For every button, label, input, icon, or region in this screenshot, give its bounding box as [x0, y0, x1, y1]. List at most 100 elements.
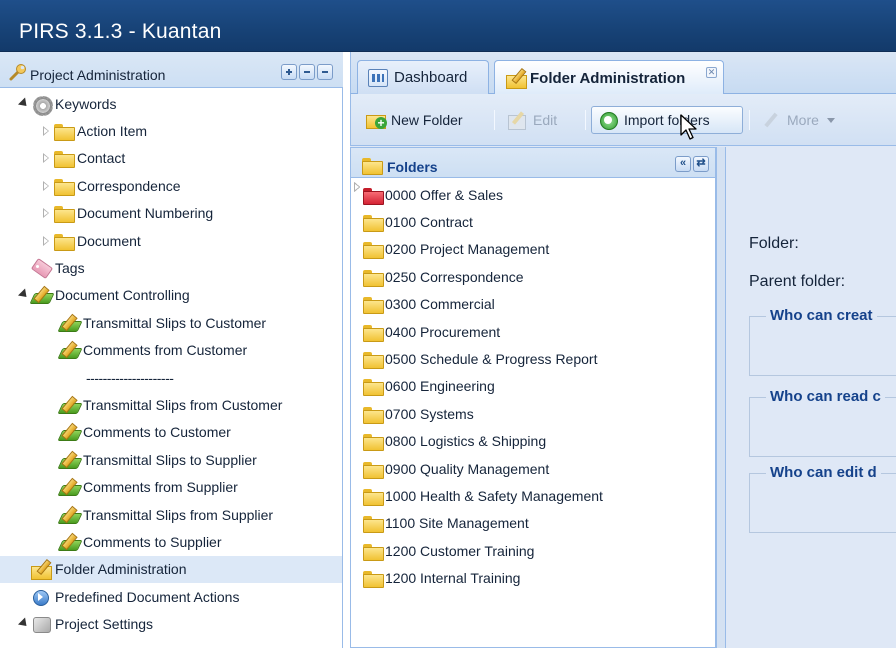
tree-item[interactable]: Transmittal Slips from Customer [0, 391, 342, 418]
folder-admin-icon [30, 559, 52, 581]
expanded-arrow-icon[interactable] [18, 618, 30, 630]
panel-splitter[interactable] [716, 147, 725, 648]
create-permissions-legend: Who can creat [766, 307, 877, 324]
folder-item[interactable]: 1000 Health & Safety Management [351, 482, 715, 509]
folder-icon [52, 176, 75, 196]
play-circle-icon [30, 587, 52, 607]
folder-item-label: 0700 Systems [385, 405, 474, 422]
tree-item-label: Predefined Document Actions [55, 588, 240, 605]
tree-item-label: Transmittal Slips from Supplier [83, 506, 274, 523]
folder-icon [52, 121, 75, 142]
folder-item[interactable]: 0100 Contract [351, 208, 715, 235]
folder-item[interactable]: 0900 Quality Management [351, 455, 715, 482]
collapsed-arrow-icon[interactable] [40, 235, 52, 247]
tree-item[interactable]: Contact [0, 145, 342, 172]
edit-permissions-legend: Who can edit d [766, 464, 881, 481]
folder-item[interactable]: 0500 Schedule & Progress Report [351, 345, 715, 372]
tree-item[interactable]: Document Controlling [0, 282, 342, 309]
pencil-doc-icon [30, 285, 52, 305]
tree-item-label: Project Settings [55, 616, 154, 633]
collapse-left-button[interactable]: « [675, 156, 691, 172]
tree-item[interactable]: Comments from Supplier [0, 473, 342, 500]
wrench-icon [761, 111, 781, 129]
folder-item[interactable]: 0000 Offer & Sales [351, 181, 715, 208]
tree-item-label: --------------------- [86, 369, 174, 386]
folder-item[interactable]: 0300 Commercial [351, 291, 715, 318]
collapsed-arrow-icon[interactable] [40, 180, 52, 192]
folder-item-label: 0400 Procurement [385, 323, 501, 340]
folder-label: Folder: [749, 235, 799, 252]
import-folders-button[interactable]: Import folders [591, 106, 743, 134]
folder-item[interactable]: 0800 Logistics & Shipping [351, 428, 715, 455]
folder-icon [361, 267, 384, 287]
project-admin-title: Project Administration [30, 67, 166, 83]
content-area: Dashboard Folder Administration ✕ New Fo… [350, 52, 896, 648]
admin-tree: Keywords Action Item Contact Correspondence… [0, 90, 342, 638]
collapse-button[interactable] [299, 64, 315, 80]
tree-item-label: Action Item [77, 123, 148, 140]
folders-panel: Folders « ⇄ 0000 Offer & Sales 0100 Contr… [350, 147, 716, 648]
collapsed-arrow-icon[interactable] [40, 207, 52, 219]
folder-item[interactable]: 0400 Procurement [351, 318, 715, 345]
tree-item[interactable]: Transmittal Slips to Supplier [0, 446, 342, 473]
expanded-arrow-icon[interactable] [18, 98, 30, 110]
close-tab-icon[interactable]: ✕ [706, 67, 717, 78]
tree-item[interactable]: Correspondence [0, 172, 342, 199]
tree-item[interactable]: Project Settings [0, 610, 342, 637]
tree-item[interactable]: Action Item [0, 117, 342, 144]
tree-item[interactable]: Tags [0, 254, 342, 281]
project-admin-header: Project Administration [0, 52, 343, 88]
folder-icon [361, 349, 384, 370]
tree-item[interactable]: --------------------- [0, 364, 342, 391]
folder-item-label: 0900 Quality Management [385, 460, 550, 477]
tree-item[interactable]: Document [0, 227, 342, 254]
expand-all-button[interactable] [281, 64, 297, 80]
folder-icon [361, 322, 384, 342]
toolbar: New Folder Edit Import folders More [350, 94, 896, 146]
more-button[interactable]: More [755, 106, 841, 134]
folder-item[interactable]: 0250 Correspondence [351, 263, 715, 290]
folder-item[interactable]: 0600 Engineering [351, 373, 715, 400]
folder-item[interactable]: 1200 Internal Training [351, 564, 715, 591]
folder-item-label: 0500 Schedule & Progress Report [385, 351, 598, 368]
tree-item-label: Keywords [55, 95, 117, 112]
tab-folder-administration[interactable]: Folder Administration ✕ [494, 60, 724, 95]
tree-item[interactable]: Comments to Supplier [0, 528, 342, 555]
collapsed-arrow-icon[interactable] [40, 125, 52, 137]
folder-icon [52, 203, 75, 224]
tree-item[interactable]: Folder Administration [0, 555, 342, 584]
tree-item[interactable]: Document Numbering [0, 200, 342, 227]
tree-item-label: Comments to Customer [83, 424, 231, 441]
tree-item-label: Transmittal Slips from Customer [83, 396, 283, 413]
tree-item-label: Tags [55, 260, 85, 277]
collapsed-arrow-icon[interactable] [40, 152, 52, 164]
folder-item[interactable]: 0700 Systems [351, 400, 715, 427]
edit-button[interactable]: Edit [501, 106, 563, 134]
folder-item[interactable]: 1100 Site Management [351, 510, 715, 537]
tree-item-label: Transmittal Slips to Customer [83, 314, 267, 331]
tree-item[interactable]: Comments to Customer [0, 419, 342, 446]
project-admin-panel: Project Administration Keywords Action It… [0, 52, 343, 648]
expanded-arrow-icon[interactable] [18, 289, 30, 301]
tree-item[interactable]: Transmittal Slips to Customer [0, 309, 342, 336]
folder-item-label: 0800 Logistics & Shipping [385, 433, 547, 450]
refresh-button[interactable]: ⇄ [693, 156, 709, 172]
tab-folder-administration-label: Folder Administration [530, 69, 686, 87]
pencil-doc-icon [58, 450, 80, 470]
wrench-icon [8, 62, 28, 82]
tree-item[interactable]: Keywords [0, 90, 342, 117]
new-folder-button[interactable]: New Folder [359, 106, 469, 134]
folder-item[interactable]: 1200 Customer Training [351, 537, 715, 564]
minimize-button[interactable] [317, 64, 333, 80]
chevron-down-icon [826, 117, 835, 123]
tree-item-label: Document Controlling [55, 287, 190, 304]
tab-dashboard[interactable]: Dashboard [357, 60, 489, 94]
pencil-doc-icon [58, 422, 80, 442]
tree-item[interactable]: Transmittal Slips from Supplier [0, 501, 342, 528]
tree-item[interactable]: Comments from Customer [0, 337, 342, 364]
mouse-cursor-icon [680, 114, 697, 140]
folder-search-icon [360, 155, 383, 175]
folder-item[interactable]: 0200 Project Management [351, 236, 715, 263]
folder-icon [361, 486, 384, 506]
tree-item[interactable]: Predefined Document Actions [0, 583, 342, 610]
